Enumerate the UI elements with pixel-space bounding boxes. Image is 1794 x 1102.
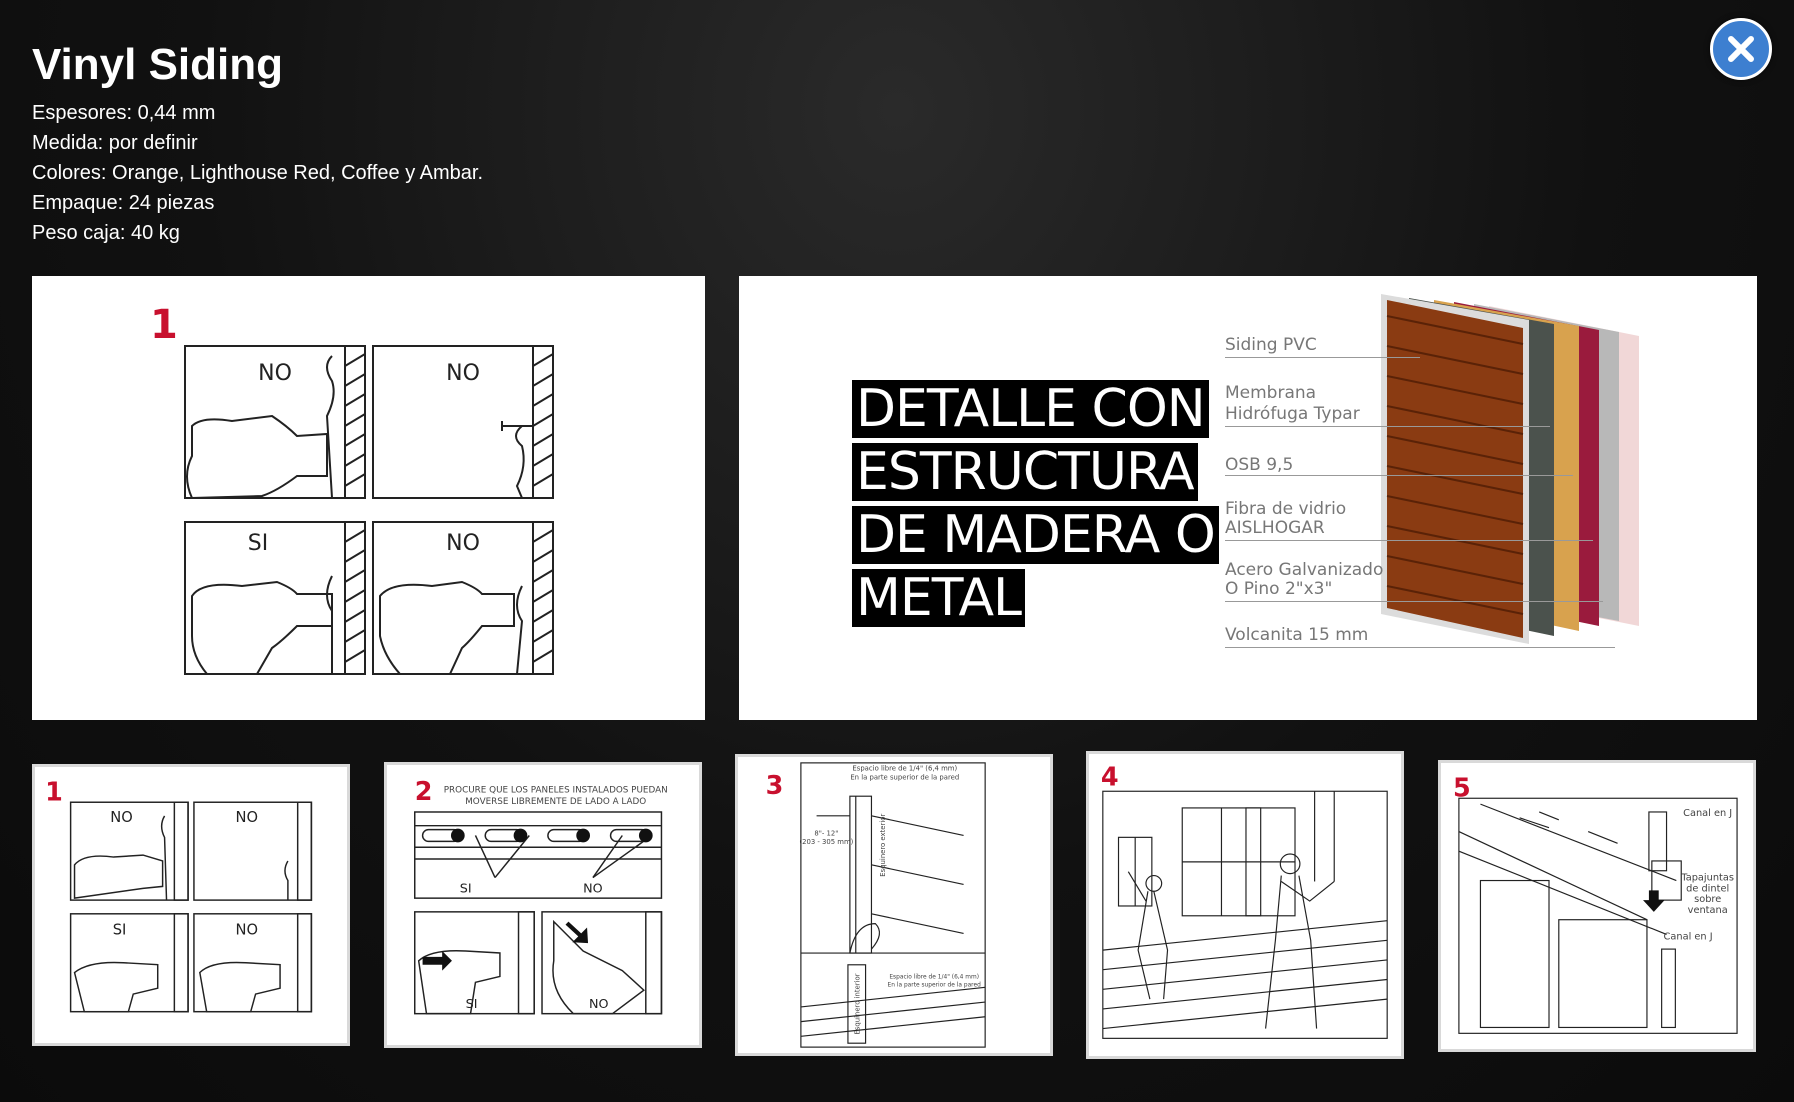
- layer-label-steel-2: O Pino 2"x3": [1225, 579, 1333, 599]
- product-title: Vinyl Siding: [32, 40, 284, 89]
- layer-label-siding: Siding PVC: [1225, 335, 1317, 355]
- layer-label-osb: OSB 9,5: [1225, 455, 1294, 475]
- layer-line: [1225, 601, 1603, 602]
- detail-line-4: METAL: [852, 569, 1025, 627]
- thumb1-label-1: NO: [110, 809, 133, 826]
- thumbnail-5[interactable]: 5 Canal en J Tapajuntas de dintel sobre …: [1438, 760, 1756, 1052]
- thumb1-label-3: SI: [113, 921, 127, 938]
- thumb2-label-1: SI: [460, 880, 472, 895]
- thumb5-note-2: Tapajuntas: [1680, 873, 1734, 884]
- thumbnail-1[interactable]: 1 NO NO SI NO: [32, 764, 350, 1046]
- cell-label-2: NO: [446, 361, 480, 386]
- detail-line-1: DETALLE CON: [852, 380, 1209, 438]
- spec-packaging: Empaque: 24 piezas: [32, 192, 215, 214]
- thumb3-note-2: En la parte superior de la pared: [850, 774, 959, 782]
- thumb2-label-3: SI: [466, 996, 478, 1011]
- detail-heading: DETALLE CON ESTRUCTURA DE MADERA O METAL: [852, 380, 1219, 632]
- thumb2-label-4: NO: [589, 996, 609, 1011]
- thumb5-note-3: de dintel: [1686, 883, 1729, 894]
- thumb2-caption-1: PROCURE QUE LOS PANELES INSTALADOS PUEDA…: [444, 785, 668, 795]
- layer-line: [1225, 540, 1593, 541]
- thumbnail-2-diagram: 2 PROCURE QUE LOS PANELES INSTALADOS PUE…: [414, 777, 668, 1015]
- thumb3-note-5: Esquinero exterior: [879, 814, 887, 877]
- spec-weight: Peso caja: 40 kg: [32, 222, 180, 244]
- thumb1-label-4: NO: [236, 921, 259, 938]
- spec-colors: Colores: Orange, Lighthouse Red, Coffee …: [32, 162, 484, 184]
- thumbnail-5-diagram: 5 Canal en J Tapajuntas de dintel sobre …: [1453, 773, 1738, 1034]
- thumbnail-3[interactable]: 3 Espacio libre de 1/4" (6,4 mm) En la p…: [735, 754, 1053, 1056]
- thumbnail-number: 4: [1101, 762, 1119, 792]
- layer-label-membrane-2: Hidrófuga Typar: [1225, 404, 1360, 424]
- thumbnail-4[interactable]: 4: [1086, 751, 1404, 1059]
- cell-label-4: NO: [446, 531, 480, 556]
- cell-label-3: SI: [248, 531, 268, 556]
- thumbnail-number: 2: [415, 777, 433, 807]
- thumb3-note-3: 8"- 12": [814, 829, 838, 837]
- layer-line: [1225, 357, 1420, 358]
- thumbnail-number: 1: [45, 776, 63, 806]
- step-number: 1: [150, 302, 178, 348]
- spec-size: Medida: por definir: [32, 132, 198, 154]
- thumb1-label-2: NO: [236, 809, 259, 826]
- thumb2-label-2: NO: [583, 880, 603, 895]
- thumbnail-4-diagram: 4: [1101, 762, 1388, 1039]
- thumb3-note-4: (203 - 305 mm): [799, 838, 853, 846]
- layer-label-fiber-1: Fibra de vidrio: [1225, 499, 1347, 519]
- thumb2-caption-2: MOVERSE LIBREMENTE DE LADO A LADO: [465, 797, 646, 807]
- product-modal: Vinyl Siding Espesores: 0,44 mm Medida: …: [0, 0, 1794, 1102]
- layer-stack: [1381, 294, 1639, 644]
- main-installation-image: 1 NO NO SI NO: [32, 276, 705, 720]
- thumb3-note-1: Espacio libre de 1/4" (6,4 mm): [852, 765, 957, 773]
- layer-label-membrane-1: Membrana: [1225, 383, 1317, 403]
- thumbnail-3-diagram: 3 Espacio libre de 1/4" (6,4 mm) En la p…: [766, 762, 986, 1048]
- spec-thickness: Espesores: 0,44 mm: [32, 102, 216, 124]
- layer-label-volcanita: Volcanita 15 mm: [1225, 625, 1369, 645]
- layer-label-fiber-2: AISLHOGAR: [1225, 518, 1325, 538]
- layer-line: [1225, 426, 1550, 427]
- installation-diagram: 1 NO NO SI NO: [150, 302, 554, 675]
- thumb5-note-5: ventana: [1688, 905, 1728, 916]
- thumb3-note-8: En la parte superior de la pared: [888, 982, 982, 988]
- thumb5-note-4: sobre: [1694, 894, 1721, 905]
- product-specs: Espesores: 0,44 mm Medida: por definir C…: [32, 98, 483, 248]
- close-button[interactable]: [1710, 18, 1772, 80]
- thumbnail-number: 3: [766, 771, 784, 801]
- layer-label-steel-1: Acero Galvanizado: [1225, 560, 1384, 580]
- thumb5-note-6: Canal en J: [1664, 931, 1713, 942]
- close-icon: [1728, 36, 1754, 62]
- detail-line-3: DE MADERA O: [852, 506, 1219, 564]
- thumb3-note-7: Espacio libre de 1/4" (6,4 mm): [889, 975, 979, 981]
- thumbnail-2[interactable]: 2 PROCURE QUE LOS PANELES INSTALADOS PUE…: [384, 762, 702, 1048]
- detail-line-2: ESTRUCTURA: [852, 443, 1198, 501]
- thumbnail-1-diagram: 1 NO NO SI NO: [45, 776, 313, 1013]
- thumb5-note-1: Canal en J: [1683, 808, 1732, 819]
- layer-line: [1225, 475, 1573, 476]
- thumb3-note-6: Esquinero interior: [854, 973, 862, 1034]
- cell-label-1: NO: [258, 361, 292, 386]
- layer-line: [1225, 647, 1615, 648]
